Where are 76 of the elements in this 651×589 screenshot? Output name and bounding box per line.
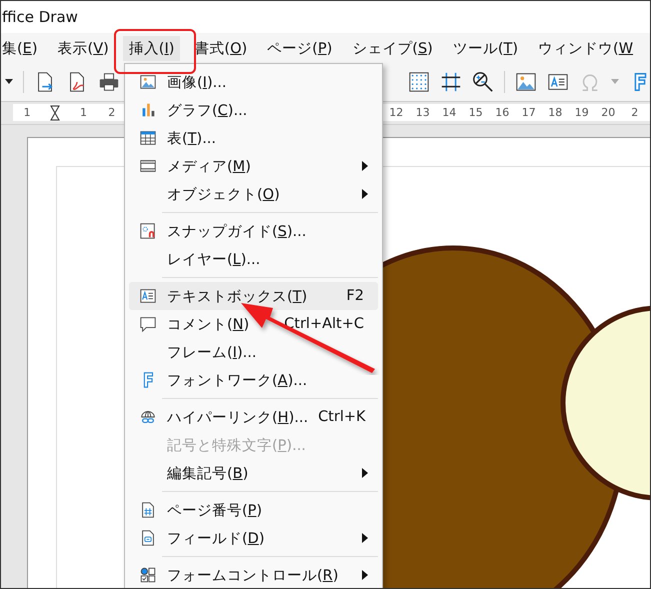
indent-marker-icon[interactable] (50, 104, 60, 120)
menu-item-label: フィールド(D) (167, 530, 265, 548)
ruler-number: 2 (630, 106, 640, 119)
image-icon[interactable] (515, 71, 537, 93)
ruler-number: 15 (468, 106, 484, 119)
menu-item[interactable]: フィールド(D) (129, 524, 378, 552)
ruler-number: 20 (600, 106, 616, 119)
hash-grid-icon[interactable] (440, 71, 462, 93)
ruler-number: 19 (574, 106, 590, 119)
grid-points-icon[interactable] (408, 71, 430, 93)
image-icon (139, 73, 157, 91)
menu-item[interactable]: 表(T)... (129, 124, 378, 152)
menu-item-label: スナップガイド(S)... (167, 222, 306, 240)
menu-bar-item[interactable]: ツール(T) (446, 36, 524, 60)
menu-item-label: テキストボックス(T) (167, 288, 308, 306)
ruler-number: 14 (441, 106, 458, 119)
menu-item-label: ハイパーリンク(H)... (167, 408, 308, 426)
menu-item-label: レイヤー(L)... (167, 250, 260, 268)
hyperlink-icon (139, 408, 157, 426)
menu-item-label: オブジェクト(O) (167, 186, 280, 204)
snap-guide-icon (139, 222, 157, 240)
ruler-number: 18 (547, 106, 564, 119)
menu-item-label: ページ番号(P) (167, 502, 262, 520)
menu-item[interactable]: フレーム(I)... (129, 338, 378, 366)
menu-item-label: フォームコントロール(R) (167, 566, 338, 584)
page-number-icon (139, 501, 157, 519)
shortcut-text: Ctrl+K (317, 409, 366, 425)
shortcut-text: Ctrl+Alt+C (283, 316, 364, 332)
menu-item[interactable]: レイヤー(L)... (129, 245, 378, 273)
menu-item-label: 記号と特殊文字(P)... (167, 436, 306, 454)
speech-bubble-icon (139, 315, 157, 333)
dropdown-caret-icon[interactable] (5, 79, 13, 85)
window-title: ffice Draw (2, 8, 78, 26)
menu-item[interactable]: コメント(N) Ctrl+Alt+C (129, 310, 378, 338)
menu-bar-item[interactable]: 挿入(I) (122, 36, 180, 60)
menu-item-label: グラフ(C)... (167, 102, 248, 120)
menu-item[interactable]: ハイパーリンク(H)... Ctrl+K (129, 403, 378, 431)
ruler-number: 1 (22, 106, 32, 119)
film-icon (139, 157, 157, 175)
ruler-number: 12 (388, 106, 404, 119)
field-icon (139, 529, 157, 547)
menu-item[interactable]: フォームコントロール(R) (129, 561, 378, 588)
menu-bar-item[interactable]: ページ(P) (261, 36, 338, 60)
menu-bar-item[interactable]: シェイプ(S) (346, 36, 439, 60)
menu-item-label: フレーム(I)... (167, 344, 256, 362)
menu-bar-item[interactable]: 書式(O) (188, 36, 254, 60)
menu-item[interactable]: フォントワーク(A)... (129, 366, 378, 394)
menu-item[interactable]: ページ番号(P) (129, 496, 378, 524)
menu-item[interactable]: スナップガイド(S)... (129, 217, 378, 245)
menu-item[interactable]: メディア(M) (129, 152, 378, 180)
menu-item-label: 編集記号(B) (167, 464, 248, 482)
menu-item[interactable]: グラフ(C)... (129, 96, 378, 124)
ruler-number: 13 (414, 106, 431, 119)
menu-item-label: 表(T)... (167, 130, 216, 148)
zoom-icon[interactable] (472, 71, 494, 93)
ruler-number: 2 (107, 106, 116, 119)
menu-item-label: 画像(I)... (167, 74, 226, 92)
menu-bar-item[interactable]: ウィンドウ(W (532, 36, 640, 60)
ruler-number: 1 (78, 106, 88, 119)
menu-bar-item[interactable]: 集(E) (1, 36, 44, 60)
ruler-number: 16 (494, 106, 510, 119)
menu-item[interactable]: テキストボックス(T) F2 (129, 282, 378, 310)
table-icon (139, 129, 157, 147)
menu-item-label: フォントワーク(A)... (167, 372, 308, 390)
shortcut-text: F2 (345, 288, 364, 304)
menu-bar-item[interactable]: 表示(V) (52, 36, 115, 60)
menu-item[interactable]: 編集記号(B) (129, 459, 378, 487)
text-box-icon (139, 287, 157, 305)
menu-item-label: コメント(N) (167, 316, 250, 334)
form-controls-icon (139, 566, 157, 584)
text-box-icon[interactable] (547, 71, 569, 93)
menu-item-label: メディア(M) (167, 158, 251, 176)
ruler-number: 17 (520, 106, 537, 119)
printer-icon[interactable] (98, 71, 120, 93)
menu-item[interactable]: 画像(I)... (129, 68, 378, 96)
menu-item[interactable]: オブジェクト(O) (129, 180, 378, 208)
